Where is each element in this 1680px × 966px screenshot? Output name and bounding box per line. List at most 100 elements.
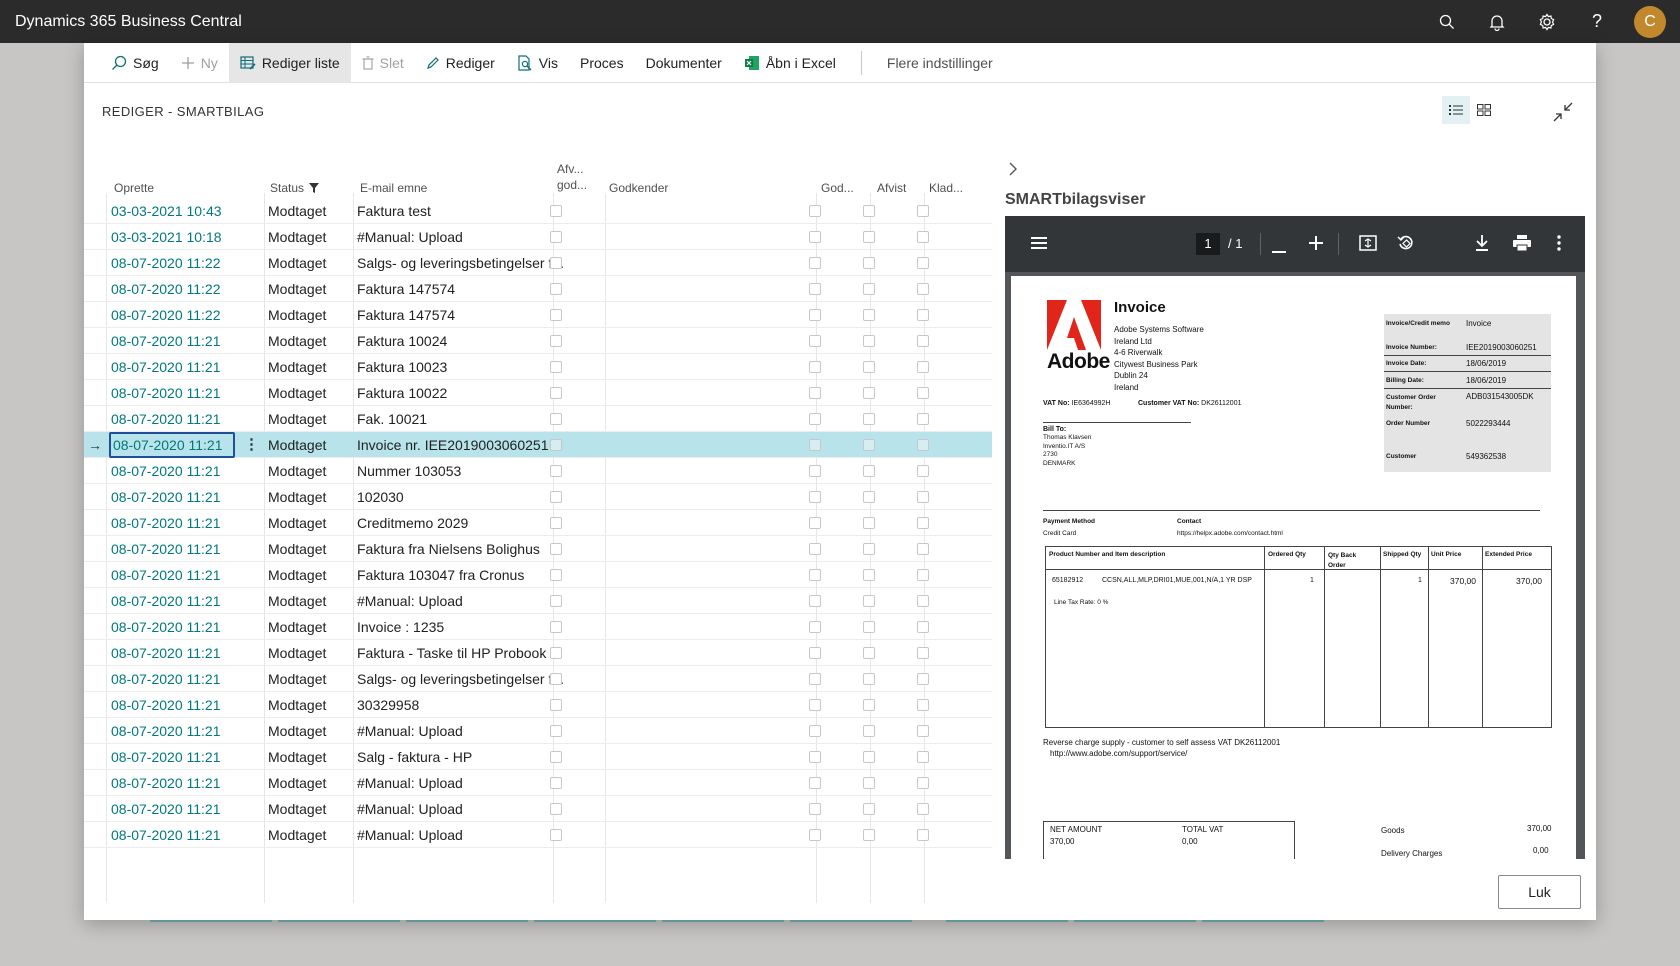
afv-god-checkbox[interactable] <box>550 777 562 789</box>
draft-checkbox[interactable] <box>917 335 929 347</box>
afv-god-checkbox[interactable] <box>550 335 562 347</box>
pdf-more-icon[interactable] <box>1557 235 1561 254</box>
afv-god-checkbox[interactable] <box>550 543 562 555</box>
created-datetime-link[interactable]: 08-07-2020 11:21 <box>109 432 235 458</box>
factbox-chevron-right-icon[interactable] <box>1008 161 1018 180</box>
draft-checkbox[interactable] <box>917 517 929 529</box>
rejected-checkbox[interactable] <box>863 647 875 659</box>
pdf-page-number-input[interactable]: 1 <box>1196 233 1220 255</box>
god-checkbox[interactable] <box>809 205 821 217</box>
afv-god-checkbox[interactable] <box>550 699 562 711</box>
rejected-checkbox[interactable] <box>863 803 875 815</box>
delete-button[interactable]: Slet <box>351 43 415 83</box>
draft-checkbox[interactable] <box>917 465 929 477</box>
created-datetime-link[interactable]: 08-07-2020 11:21 <box>111 640 239 666</box>
tile-view-toggle[interactable] <box>1470 96 1498 124</box>
edit-list-button[interactable]: Rediger liste <box>228 42 351 83</box>
documents-menu[interactable]: Dokumenter <box>635 43 733 83</box>
created-datetime-link[interactable]: 08-07-2020 11:21 <box>111 588 239 614</box>
rejected-checkbox[interactable] <box>863 413 875 425</box>
rejected-checkbox[interactable] <box>863 725 875 737</box>
afv-god-checkbox[interactable] <box>550 829 562 841</box>
created-datetime-link[interactable]: 08-07-2020 11:21 <box>111 536 239 562</box>
god-checkbox[interactable] <box>809 751 821 763</box>
afv-god-checkbox[interactable] <box>550 257 562 269</box>
settings-gear-icon[interactable] <box>1522 0 1572 43</box>
table-row[interactable]: 08-07-2020 11:21 Modtaget #Manual: Upload <box>84 718 992 744</box>
draft-checkbox[interactable] <box>917 621 929 633</box>
god-checkbox[interactable] <box>809 621 821 633</box>
afv-god-checkbox[interactable] <box>550 361 562 373</box>
god-checkbox[interactable] <box>809 829 821 841</box>
draft-checkbox[interactable] <box>917 803 929 815</box>
afv-god-checkbox[interactable] <box>550 231 562 243</box>
created-datetime-link[interactable]: 03-03-2021 10:18 <box>111 224 239 250</box>
created-datetime-link[interactable]: 08-07-2020 11:21 <box>111 692 239 718</box>
draft-checkbox[interactable] <box>917 777 929 789</box>
rejected-checkbox[interactable] <box>863 829 875 841</box>
draft-checkbox[interactable] <box>917 361 929 373</box>
afv-god-checkbox[interactable] <box>550 283 562 295</box>
close-button[interactable]: Luk <box>1498 875 1581 909</box>
god-checkbox[interactable] <box>809 699 821 711</box>
rejected-checkbox[interactable] <box>863 387 875 399</box>
created-datetime-link[interactable]: 08-07-2020 11:21 <box>111 822 239 848</box>
afv-god-checkbox[interactable] <box>550 751 562 763</box>
notification-bell-icon[interactable] <box>1472 0 1522 43</box>
table-row[interactable]: 08-07-2020 11:22 Modtaget Faktura 147574 <box>84 276 992 302</box>
column-header-email-subject[interactable]: E-mail emne <box>360 181 427 195</box>
table-row[interactable]: 08-07-2020 11:22 Modtaget Salgs- og leveri… <box>84 250 992 276</box>
search-icon[interactable] <box>1422 0 1472 43</box>
afv-god-checkbox[interactable] <box>550 387 562 399</box>
list-view-toggle[interactable] <box>1442 96 1470 124</box>
created-datetime-link[interactable]: 08-07-2020 11:21 <box>111 796 239 822</box>
god-checkbox[interactable] <box>809 309 821 321</box>
search-button[interactable]: Søg <box>100 43 170 83</box>
pdf-rotate-icon[interactable] <box>1397 234 1415 255</box>
afv-god-checkbox[interactable] <box>550 673 562 685</box>
afv-god-checkbox[interactable] <box>550 439 562 451</box>
god-checkbox[interactable] <box>809 777 821 789</box>
created-datetime-link[interactable]: 08-07-2020 11:21 <box>111 562 239 588</box>
table-row[interactable]: 08-07-2020 11:21 Modtaget Fak. 10021 <box>84 406 992 432</box>
god-checkbox[interactable] <box>809 647 821 659</box>
process-menu[interactable]: Proces <box>569 43 635 83</box>
pdf-print-icon[interactable] <box>1513 235 1531 254</box>
draft-checkbox[interactable] <box>917 829 929 841</box>
rejected-checkbox[interactable] <box>863 361 875 373</box>
open-in-excel-button[interactable]: Åbn i Excel <box>733 43 847 83</box>
afv-god-checkbox[interactable] <box>550 803 562 815</box>
afv-god-checkbox[interactable] <box>550 595 562 607</box>
table-row[interactable]: 08-07-2020 11:21 Modtaget Faktura 10024 <box>84 328 992 354</box>
draft-checkbox[interactable] <box>917 751 929 763</box>
draft-checkbox[interactable] <box>917 309 929 321</box>
table-row[interactable]: 08-07-2020 11:21 Modtaget #Manual: Upload <box>84 770 992 796</box>
table-row[interactable]: 08-07-2020 11:21 Modtaget #Manual: Upload <box>84 588 992 614</box>
rejected-checkbox[interactable] <box>863 491 875 503</box>
table-row[interactable]: 08-07-2020 11:21 Modtaget Faktura 10022 <box>84 380 992 406</box>
row-actions-menu-icon[interactable]: ⋮ <box>244 432 259 458</box>
god-checkbox[interactable] <box>809 543 821 555</box>
pdf-menu-icon[interactable] <box>1031 236 1047 253</box>
rejected-checkbox[interactable] <box>863 595 875 607</box>
draft-checkbox[interactable] <box>917 439 929 451</box>
created-datetime-link[interactable]: 08-07-2020 11:21 <box>111 718 239 744</box>
created-datetime-link[interactable]: 08-07-2020 11:21 <box>111 484 239 510</box>
rejected-checkbox[interactable] <box>863 699 875 711</box>
column-header-draft[interactable]: Klad... <box>929 181 963 195</box>
created-datetime-link[interactable]: 08-07-2020 11:21 <box>111 328 239 354</box>
created-datetime-link[interactable]: 08-07-2020 11:21 <box>111 614 239 640</box>
god-checkbox[interactable] <box>809 673 821 685</box>
afv-god-checkbox[interactable] <box>550 309 562 321</box>
column-header-created[interactable]: Oprette <box>114 181 154 195</box>
rejected-checkbox[interactable] <box>863 335 875 347</box>
draft-checkbox[interactable] <box>917 725 929 737</box>
created-datetime-link[interactable]: 08-07-2020 11:22 <box>111 250 239 276</box>
draft-checkbox[interactable] <box>917 387 929 399</box>
afv-god-checkbox[interactable] <box>550 647 562 659</box>
created-datetime-link[interactable]: 03-03-2021 10:43 <box>111 198 239 224</box>
afv-god-checkbox[interactable] <box>550 517 562 529</box>
created-datetime-link[interactable]: 08-07-2020 11:22 <box>111 276 239 302</box>
pdf-zoom-in-icon[interactable] <box>1309 236 1323 253</box>
rejected-checkbox[interactable] <box>863 673 875 685</box>
